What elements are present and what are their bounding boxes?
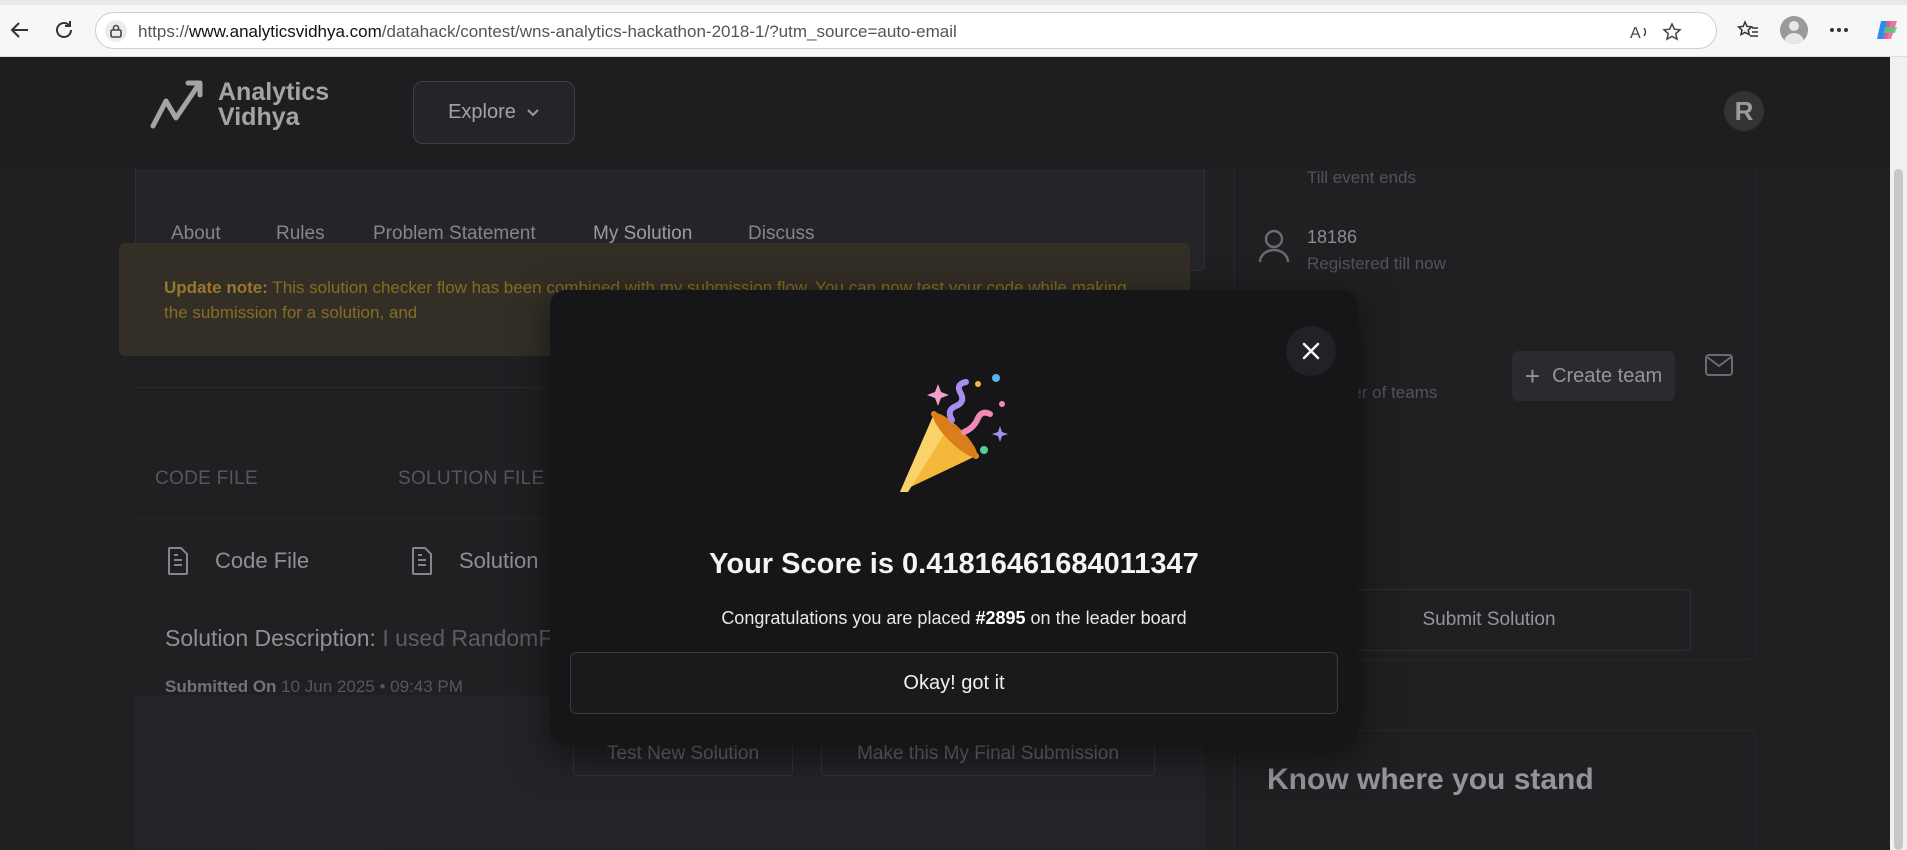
favorites-icon[interactable] xyxy=(1732,14,1764,46)
browser-toolbar: https://www.analyticsvidhya.com/datahack… xyxy=(0,0,1907,57)
refresh-icon[interactable] xyxy=(48,14,80,46)
address-bar[interactable]: https://www.analyticsvidhya.com/datahack… xyxy=(95,12,1717,49)
more-options-icon[interactable] xyxy=(1823,14,1855,46)
url-text[interactable]: https://www.analyticsvidhya.com/datahack… xyxy=(138,22,957,42)
tab-strip xyxy=(0,0,1907,5)
url-path: /datahack/contest/wns-analytics-hackatho… xyxy=(381,22,957,41)
profile-avatar-icon[interactable] xyxy=(1780,16,1808,44)
read-aloud-icon[interactable]: A xyxy=(1628,20,1652,44)
congrats-suffix: on the leader board xyxy=(1025,608,1187,628)
score-modal: Your Score is 0.41816461684011347 Congra… xyxy=(550,290,1358,745)
congrats-prefix: Congratulations you are placed xyxy=(721,608,976,628)
favorite-star-icon[interactable] xyxy=(1660,20,1684,44)
url-prefix: https:// xyxy=(138,22,190,41)
leaderboard-message: Congratulations you are placed #2895 on … xyxy=(550,608,1358,629)
url-host: www.analyticsvidhya.com xyxy=(189,22,382,41)
okay-got-it-button[interactable]: Okay! got it xyxy=(570,652,1338,714)
page-scrollbar[interactable] xyxy=(1890,57,1907,850)
leaderboard-rank: #2895 xyxy=(975,608,1026,628)
party-popper-icon xyxy=(900,374,1008,492)
svg-text:A: A xyxy=(1630,25,1641,41)
back-icon[interactable] xyxy=(4,14,36,46)
scrollbar-thumb[interactable] xyxy=(1894,169,1903,850)
close-icon[interactable] xyxy=(1286,326,1336,376)
score-heading: Your Score is 0.41816461684011347 xyxy=(709,548,1199,580)
copilot-icon[interactable] xyxy=(1872,14,1904,46)
lock-icon[interactable] xyxy=(105,20,127,42)
